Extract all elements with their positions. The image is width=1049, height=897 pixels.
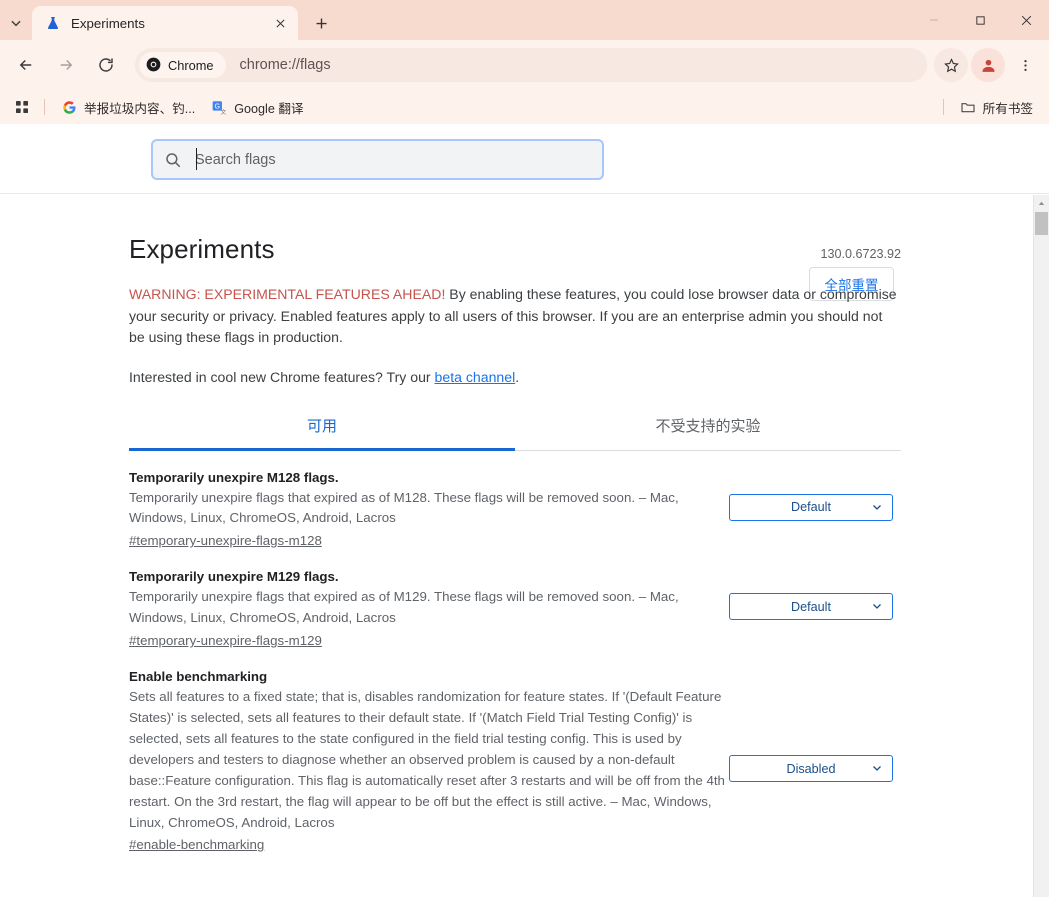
beta-prefix: Interested in cool new Chrome features? … — [129, 368, 435, 385]
minimize-button[interactable] — [911, 0, 957, 40]
tab-unsupported[interactable]: 不受支持的实验 — [515, 412, 901, 450]
version-label: 130.0.6723.92 — [820, 247, 901, 261]
apps-grid-icon[interactable] — [8, 94, 36, 120]
flags-content-scroll: Experiments 130.0.6723.92 WARNING: EXPER… — [0, 195, 1049, 897]
bookmarks-bar: 举报垃圾内容、钓... G 文 Google 翻译 所有书签 — [0, 90, 1049, 124]
beta-channel-line: Interested in cool new Chrome features? … — [129, 369, 901, 385]
flag-select-value: Default — [791, 599, 831, 614]
title-row: Experiments 130.0.6723.92 — [129, 195, 901, 265]
omnibox-chrome-chip[interactable]: Chrome — [139, 52, 226, 78]
google-translate-icon: G 文 — [211, 99, 227, 115]
flags-page: 全部重置 Experiments 130.0.6723.92 WARNING: … — [0, 124, 1049, 897]
warning-heading: WARNING: EXPERIMENTAL FEATURES AHEAD! — [129, 286, 446, 302]
flag-info: Enable benchmarking Sets all features to… — [129, 669, 729, 854]
tab-available[interactable]: 可用 — [129, 412, 515, 450]
flag-select[interactable]: Default — [729, 593, 893, 621]
chrome-logo-icon — [146, 57, 162, 73]
warning-text: WARNING: EXPERIMENTAL FEATURES AHEAD! By… — [129, 284, 901, 349]
all-bookmarks-label: 所有书签 — [982, 101, 1033, 116]
maximize-button[interactable] — [957, 0, 1003, 40]
divider — [44, 99, 45, 115]
search-icon — [163, 150, 183, 170]
chevron-down-icon — [871, 762, 883, 777]
bookmark-item-0[interactable]: 举报垃圾内容、钓... — [53, 94, 203, 120]
profile-avatar-icon[interactable] — [971, 48, 1005, 82]
back-button[interactable] — [9, 48, 43, 82]
window-controls — [911, 0, 1049, 40]
scroll-up-button[interactable] — [1034, 195, 1049, 212]
flag-select-value: Default — [791, 500, 831, 514]
experiments-tabs: 可用 不受支持的实验 — [129, 412, 901, 451]
flag-entry: Enable benchmarking Sets all features to… — [129, 650, 901, 854]
flag-entry: Temporarily unexpire M128 flags. Tempora… — [129, 451, 901, 551]
flag-select-value: Disabled — [786, 761, 836, 776]
flag-permalink[interactable]: #temporary-unexpire-flags-m128 — [129, 533, 322, 548]
flag-title: Enable benchmarking — [129, 669, 268, 685]
tab-search-dropdown-icon[interactable] — [2, 6, 30, 40]
beta-suffix: . — [515, 368, 520, 385]
tab-title: Experiments — [71, 15, 145, 31]
star-icon[interactable] — [934, 48, 968, 82]
scrollbar-thumb[interactable] — [1035, 212, 1048, 235]
search-input[interactable] — [195, 147, 592, 172]
google-g-icon — [61, 99, 77, 115]
all-bookmarks-group: 所有书签 — [935, 94, 1041, 120]
svg-text:G: G — [214, 103, 219, 110]
vertical-scrollbar[interactable] — [1033, 195, 1049, 897]
flag-control: Default — [729, 470, 901, 551]
browser-toolbar: Chrome chrome://flags — [0, 40, 1049, 90]
tab-strip: Experiments — [0, 0, 1049, 40]
flag-title: Temporarily unexpire M128 flags. — [129, 469, 339, 485]
reload-button[interactable] — [89, 48, 123, 82]
browser-tab-experiments[interactable]: Experiments — [32, 6, 298, 40]
chevron-down-icon — [871, 600, 883, 615]
flag-description: Temporarily unexpire flags that expired … — [129, 589, 679, 626]
flag-select[interactable]: Disabled — [729, 755, 893, 783]
new-tab-button[interactable] — [306, 8, 336, 38]
divider — [942, 99, 944, 115]
three-dot-menu-icon[interactable] — [1008, 48, 1042, 82]
toolbar-right-actions — [933, 48, 1043, 82]
close-icon[interactable] — [270, 13, 290, 33]
omnibox-chip-label: Chrome — [168, 57, 214, 73]
close-window-button[interactable] — [1003, 0, 1049, 40]
address-bar[interactable]: Chrome chrome://flags — [135, 48, 927, 82]
chevron-down-icon — [871, 501, 883, 516]
text-caret — [196, 148, 197, 170]
flag-description: Sets all features to a fixed state; that… — [129, 689, 725, 830]
bookmark-label: Google 翻译 — [234, 101, 304, 116]
flag-title: Temporarily unexpire M129 flags. — [129, 569, 339, 585]
flag-control: Disabled — [729, 669, 901, 854]
forward-button[interactable] — [49, 48, 83, 82]
beta-channel-link[interactable]: beta channel — [435, 369, 516, 385]
omnibox-url-text: chrome://flags — [239, 57, 331, 73]
bookmark-label: 举报垃圾内容、钓... — [84, 101, 196, 116]
flag-info: Temporarily unexpire M128 flags. Tempora… — [129, 470, 729, 551]
flag-entry: Temporarily unexpire M129 flags. Tempora… — [129, 550, 901, 650]
browser-window: Experiments Chrome chrome://flags 举报垃圾内容… — [0, 0, 1049, 897]
search-container[interactable] — [151, 139, 604, 180]
flag-select[interactable]: Default — [729, 493, 893, 521]
all-bookmarks-button[interactable]: 所有书签 — [952, 94, 1041, 120]
flag-permalink[interactable]: #temporary-unexpire-flags-m129 — [129, 633, 322, 648]
bookmark-item-1[interactable]: G 文 Google 翻译 — [203, 94, 311, 120]
flag-permalink[interactable]: #enable-benchmarking — [129, 837, 264, 852]
page-title: Experiments — [129, 234, 275, 264]
flag-description: Temporarily unexpire flags that expired … — [129, 489, 679, 526]
flask-icon — [44, 14, 62, 32]
flag-control: Default — [729, 569, 901, 650]
active-tab-indicator — [129, 447, 515, 451]
flags-search-zone — [0, 124, 1049, 194]
folder-icon — [960, 99, 976, 115]
flag-info: Temporarily unexpire M129 flags. Tempora… — [129, 569, 729, 650]
